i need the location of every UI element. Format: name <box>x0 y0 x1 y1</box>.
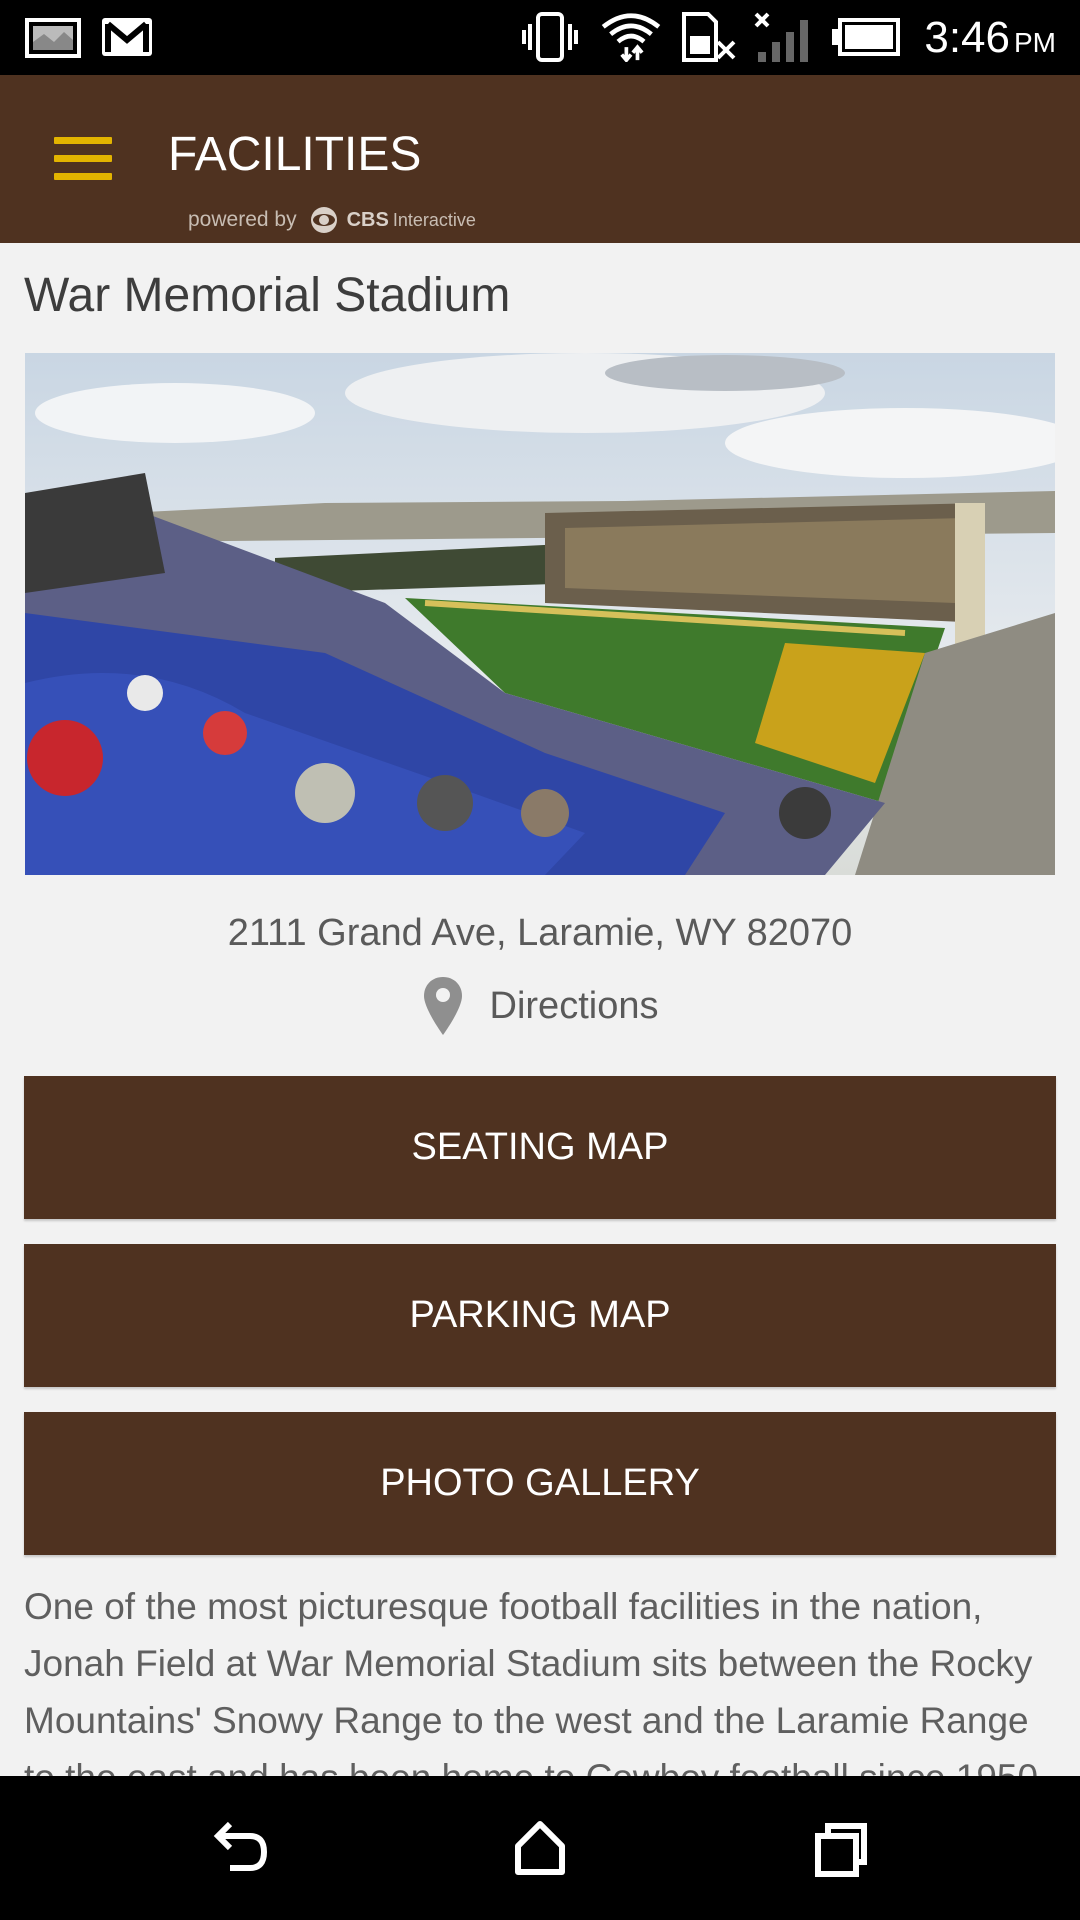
parking-map-button[interactable]: PARKING MAP <box>24 1244 1056 1387</box>
recent-apps-icon[interactable] <box>800 1808 880 1888</box>
photo-gallery-button[interactable]: PHOTO GALLERY <box>24 1412 1056 1555</box>
stadium-photo <box>25 353 1055 875</box>
gmail-icon <box>102 18 152 56</box>
brand-name: CBS <box>346 208 389 231</box>
clock: 3:46 PM <box>924 13 1056 62</box>
cbs-eye-logo-icon <box>310 207 337 233</box>
facility-description: One of the most picturesque football fac… <box>24 1586 1048 1776</box>
home-icon[interactable] <box>500 1808 580 1888</box>
gallery-notification-icon <box>25 18 81 58</box>
app-bar: FACILITIES powered by CBS Interactive <box>0 75 1080 243</box>
wifi-icon <box>601 13 661 62</box>
no-sim-icon <box>682 12 736 62</box>
map-pin-icon <box>423 977 462 1035</box>
battery-icon <box>832 18 900 56</box>
back-icon[interactable] <box>200 1808 280 1888</box>
powered-by-label: powered by <box>188 208 297 231</box>
directions-link[interactable]: Directions <box>0 975 1080 1037</box>
page-title: FACILITIES <box>168 128 422 181</box>
facility-name: War Memorial Stadium <box>24 269 511 322</box>
vibrate-icon <box>522 12 578 62</box>
powered-by-attribution: powered by CBS Interactive <box>188 205 476 235</box>
facility-address: 2111 Grand Ave, Laramie, WY 82070 <box>227 912 853 954</box>
system-nav-bar <box>0 1776 1080 1920</box>
brand-subtitle: Interactive <box>392 209 476 230</box>
signal-icon <box>754 12 808 62</box>
directions-label: Directions <box>489 984 659 1027</box>
status-bar: 3:46 PM <box>0 0 1080 75</box>
hamburger-menu-icon[interactable] <box>54 137 112 181</box>
seating-map-button[interactable]: SEATING MAP <box>24 1076 1056 1219</box>
